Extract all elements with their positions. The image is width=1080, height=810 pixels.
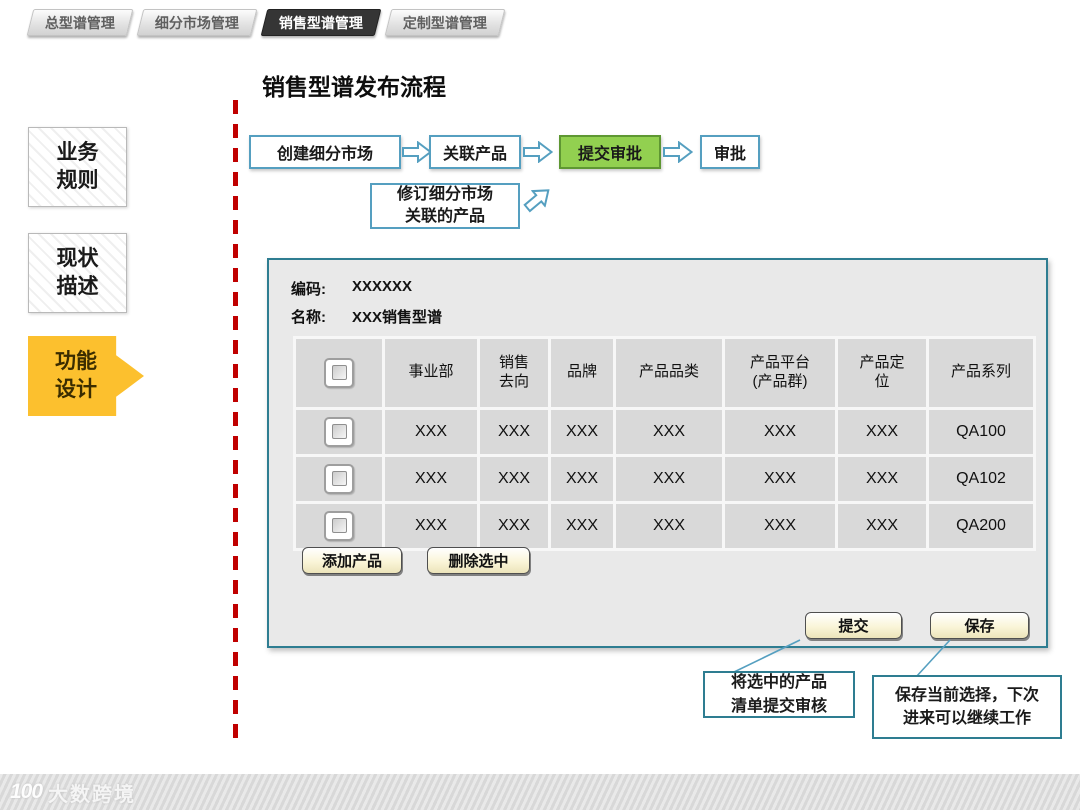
table-cell: XXX bbox=[551, 456, 613, 501]
table-cell: XXX bbox=[480, 456, 548, 501]
table-row: XXX XXX XXX XXX XXX XXX QA102 bbox=[296, 456, 1033, 501]
table-cell: XXX bbox=[385, 456, 477, 501]
table-row: XXX XXX XXX XXX XXX XXX QA100 bbox=[296, 409, 1033, 454]
select-all-header-cell bbox=[296, 339, 382, 407]
delete-selected-button[interactable]: 删除选中 bbox=[427, 547, 530, 574]
table-cell: QA100 bbox=[929, 409, 1033, 454]
logo-text: 大数跨境 bbox=[48, 783, 137, 806]
table-cell: XXX bbox=[725, 503, 835, 548]
column-header: 产品定 位 bbox=[838, 339, 926, 407]
table-cell: XXX bbox=[838, 456, 926, 501]
logo-100-icon: 100 bbox=[10, 780, 43, 803]
column-header: 事业部 bbox=[385, 339, 477, 407]
row-checkbox[interactable] bbox=[324, 416, 354, 447]
table-cell: QA102 bbox=[929, 456, 1033, 501]
tab-label: 定制型谱管理 bbox=[403, 14, 487, 31]
checkbox-icon bbox=[331, 365, 347, 381]
flow-diagonal-arrow-icon bbox=[523, 189, 550, 213]
tab-general-spectrum[interactable]: 总型谱管理 bbox=[26, 9, 134, 36]
table-cell: XXX bbox=[838, 409, 926, 454]
name-label: 名称: bbox=[291, 309, 326, 326]
code-value: XXXXXX bbox=[352, 278, 413, 295]
name-value: XXX销售型谱 bbox=[352, 309, 443, 326]
flow-step-create-segment: 创建细分市场 bbox=[249, 135, 401, 169]
tab-custom-spectrum[interactable]: 定制型谱管理 bbox=[384, 9, 506, 36]
column-header: 品牌 bbox=[551, 339, 613, 407]
page-title: 销售型谱发布流程 bbox=[262, 74, 446, 100]
column-header: 产品系列 bbox=[929, 339, 1033, 407]
row-select-cell bbox=[296, 503, 382, 548]
table-cell: XXX bbox=[551, 503, 613, 548]
save-button[interactable]: 保存 bbox=[930, 612, 1029, 639]
flow-arrow-icon bbox=[663, 141, 693, 163]
table-cell: XXX bbox=[838, 503, 926, 548]
product-table: 事业部 销售 去向 品牌 产品品类 产品平台 (产品群) 产品定 位 产品系列 … bbox=[293, 336, 1036, 551]
submit-button[interactable]: 提交 bbox=[805, 612, 902, 639]
column-header: 产品平台 (产品群) bbox=[725, 339, 835, 407]
select-all-checkbox[interactable] bbox=[324, 357, 354, 388]
table-row: XXX XXX XXX XXX XXX XXX QA200 bbox=[296, 503, 1033, 548]
row-checkbox[interactable] bbox=[324, 510, 354, 541]
table-cell: XXX bbox=[551, 409, 613, 454]
checkbox-icon bbox=[331, 518, 347, 533]
red-dashed-divider bbox=[233, 100, 238, 746]
save-annotation: 保存当前选择，下次 进来可以继续工作 bbox=[872, 675, 1062, 739]
sidebar-item-function-design-active[interactable]: 功能 设计 bbox=[28, 336, 144, 416]
sidebar-item-business-rules[interactable]: 业务 规则 bbox=[28, 127, 127, 207]
row-select-cell bbox=[296, 409, 382, 454]
tab-segment-market[interactable]: 细分市场管理 bbox=[136, 9, 258, 36]
flow-step-revise-segment-products: 修订细分市场 关联的产品 bbox=[370, 183, 520, 229]
tab-label: 销售型谱管理 bbox=[279, 14, 363, 31]
top-tab-bar: 总型谱管理 细分市场管理 销售型谱管理 定制型谱管理 bbox=[26, 9, 506, 36]
table-cell: XXX bbox=[385, 503, 477, 548]
table-cell: XXX bbox=[725, 409, 835, 454]
flow-step-submit-approval-highlighted: 提交审批 bbox=[559, 135, 661, 169]
flow-step-link-products: 关联产品 bbox=[429, 135, 521, 169]
flow-arrow-icon bbox=[523, 141, 553, 163]
table-cell: XXX bbox=[385, 409, 477, 454]
flow-step-approve: 审批 bbox=[700, 135, 760, 169]
table-cell: XXX bbox=[725, 456, 835, 501]
submit-annotation: 将选中的产品 清单提交审核 bbox=[703, 671, 855, 718]
checkbox-icon bbox=[331, 424, 347, 439]
tab-label: 总型谱管理 bbox=[45, 14, 115, 31]
column-header: 产品品类 bbox=[616, 339, 722, 407]
column-header: 销售 去向 bbox=[480, 339, 548, 407]
table-header-row: 事业部 销售 去向 品牌 产品品类 产品平台 (产品群) 产品定 位 产品系列 bbox=[296, 339, 1033, 407]
row-checkbox[interactable] bbox=[324, 463, 354, 494]
slide-canvas: 总型谱管理 细分市场管理 销售型谱管理 定制型谱管理 业务 规则 现状 描述 功… bbox=[0, 0, 1080, 810]
flow-arrow-icon bbox=[402, 141, 432, 163]
tab-label: 细分市场管理 bbox=[155, 14, 239, 31]
sales-spectrum-panel: 编码: XXXXXX 名称: XXX销售型谱 事业部 销售 去向 品牌 产品品类… bbox=[267, 258, 1048, 648]
checkbox-icon bbox=[331, 471, 347, 486]
code-label: 编码: bbox=[291, 281, 326, 298]
add-product-button[interactable]: 添加产品 bbox=[302, 547, 402, 574]
table-cell: XXX bbox=[616, 409, 722, 454]
table-cell: QA200 bbox=[929, 503, 1033, 548]
dashukuajing-logo: 100 大数跨境 bbox=[10, 778, 136, 807]
table-cell: XXX bbox=[616, 456, 722, 501]
row-select-cell bbox=[296, 456, 382, 501]
sidebar-item-current-status[interactable]: 现状 描述 bbox=[28, 233, 127, 313]
table-cell: XXX bbox=[480, 503, 548, 548]
footer-band: 100 大数跨境 bbox=[0, 774, 1080, 810]
table-cell: XXX bbox=[616, 503, 722, 548]
table-cell: XXX bbox=[480, 409, 548, 454]
tab-sales-spectrum-active[interactable]: 销售型谱管理 bbox=[260, 9, 382, 36]
